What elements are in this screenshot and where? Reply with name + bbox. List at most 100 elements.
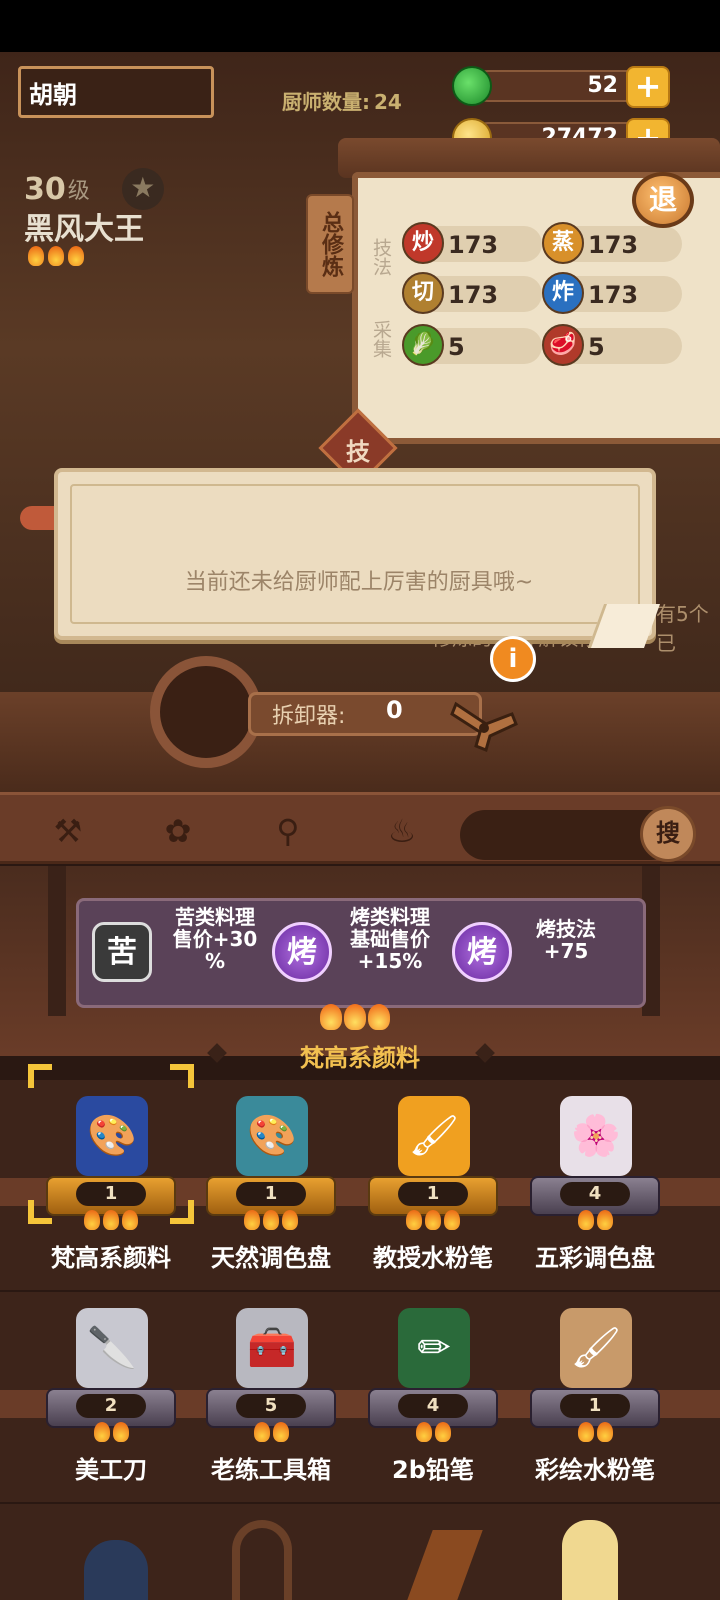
item-name: 五彩调色盘 — [535, 1244, 655, 1272]
meat-filter-icon[interactable]: ✿ — [156, 812, 200, 856]
item-count: 1 — [236, 1182, 306, 1206]
skill-cut: 切 173 — [402, 272, 542, 314]
item-card[interactable]: 🖌 1 彩绘水粉笔 — [520, 1308, 670, 1498]
chef-rarity — [28, 246, 84, 266]
category-gather: 采集 — [370, 320, 392, 358]
bonus-3-line-1: 烤技法 — [536, 917, 596, 941]
flame-icon — [577, 1422, 594, 1442]
flame-icon — [112, 1422, 129, 1442]
player-name: 胡朝 — [29, 80, 77, 109]
bonus-text-2: 烤类料理 基础售价 +15% — [330, 906, 450, 972]
flame-icon — [596, 1422, 613, 1442]
item-count: 4 — [398, 1394, 468, 1418]
skill-value: 173 — [448, 231, 499, 259]
flame-icon — [444, 1210, 460, 1230]
flame-icon — [282, 1210, 298, 1230]
bonus-2-line-2: 基础售价 — [350, 927, 430, 951]
bonus-text-3: 烤技法 +75 — [516, 918, 616, 962]
item-name: 教授水粉笔 — [373, 1244, 493, 1272]
gather-vegetable: 🥬 5 — [402, 324, 542, 366]
item-name: 2b铅笔 — [392, 1456, 474, 1484]
add-jade-button[interactable]: + — [626, 66, 670, 108]
pan-icon[interactable]: ⚲ — [266, 812, 310, 856]
flame-icon — [434, 1422, 451, 1442]
notice-dialog: 当前还未给厨师配上厉害的厨具哦~ — [54, 468, 656, 640]
dismantler-label: 拆卸器: — [272, 704, 346, 729]
flame-icon — [425, 1210, 441, 1230]
jade-icon — [452, 66, 492, 106]
banner-post — [48, 866, 66, 1016]
item-count: 1 — [560, 1394, 630, 1418]
exit-button[interactable]: 退 — [632, 172, 694, 228]
total-training-label: 总修炼 — [306, 194, 354, 294]
background-hint-1: 有5个已 — [656, 602, 709, 655]
brush-gourd-icon: 🖌 — [398, 1096, 470, 1176]
flame-icon — [596, 1210, 613, 1230]
item-name: 美工刀 — [75, 1456, 147, 1484]
category-skill: 技法 — [370, 238, 392, 276]
item-card[interactable]: ✏ 4 2b铅笔 — [358, 1308, 508, 1498]
flame-icon — [577, 1210, 594, 1230]
selected-item-name: 梵高系颜料 — [300, 1044, 420, 1072]
roast-icon: 烤 — [272, 922, 332, 982]
info-button[interactable]: i — [490, 636, 536, 682]
skill-tab-label[interactable]: 技 — [330, 432, 386, 467]
item-name: 梵高系颜料 — [51, 1244, 171, 1272]
paintbrush-icon: 🖌 — [560, 1308, 632, 1388]
cut-icon: 切 — [402, 272, 444, 314]
flame-icon — [263, 1210, 279, 1230]
flame-icon — [68, 246, 84, 266]
bonus-1-line-3: % — [204, 949, 226, 973]
item-rarity — [520, 1422, 670, 1442]
pliers-icon[interactable] — [446, 684, 522, 754]
item-name: 彩绘水粉笔 — [535, 1456, 655, 1484]
flame-icon — [84, 1210, 100, 1230]
palette-icon: 🎨 — [236, 1096, 308, 1176]
skill-value: 173 — [588, 231, 639, 259]
selection-corner — [28, 1064, 52, 1088]
item-icon[interactable] — [232, 1520, 292, 1600]
skill-fry: 炸 173 — [542, 272, 682, 314]
jade-bar — [472, 70, 652, 102]
skill-value: 173 — [448, 281, 499, 309]
search-button[interactable]: 搜 — [640, 806, 696, 862]
item-card[interactable]: 🖌 1 教授水粉笔 — [358, 1096, 508, 1286]
item-rarity — [520, 1210, 670, 1230]
chef-count-value: 24 — [374, 90, 402, 114]
stir-fry-icon: 炒 — [402, 222, 444, 264]
player-name-box[interactable]: 胡朝 — [18, 66, 214, 118]
chef-count: 厨师数量: 24 — [282, 86, 402, 115]
item-count: 5 — [236, 1394, 306, 1418]
item-count: 4 — [560, 1182, 630, 1206]
pencil-icon: ✏ — [398, 1308, 470, 1388]
fire-icon[interactable]: ♨ — [380, 812, 424, 856]
item-card[interactable]: 🎨 1 梵高系颜料 — [36, 1096, 186, 1286]
bitter-icon: 苦 — [92, 922, 152, 982]
equipment-slot[interactable] — [150, 656, 262, 768]
bonus-text-1: 苦类料理 售价+30 % — [150, 906, 280, 972]
item-rarity — [196, 1422, 346, 1442]
item-count: 2 — [76, 1394, 146, 1418]
paint-tube-icon: 🎨 — [76, 1096, 148, 1176]
level-unit: 级 — [67, 179, 90, 204]
gather-value: 5 — [448, 333, 465, 361]
roast-icon: 烤 — [452, 922, 512, 982]
vegetable-icon: 🥬 — [402, 324, 444, 366]
selected-rarity — [320, 1004, 390, 1030]
item-card[interactable]: 🔪 2 美工刀 — [36, 1308, 186, 1498]
skill-stir-fry: 炒 173 — [402, 222, 542, 264]
chef-count-label: 厨师数量: — [282, 90, 370, 114]
item-rarity — [196, 1210, 346, 1230]
toolbox-icon: 🧰 — [236, 1308, 308, 1388]
shovel-icon[interactable]: ⚒ — [46, 812, 90, 856]
flame-icon — [122, 1210, 138, 1230]
item-card[interactable]: 🧰 5 老练工具箱 — [196, 1308, 346, 1498]
skill-steam: 蒸 173 — [542, 222, 682, 264]
item-icon[interactable] — [562, 1520, 618, 1600]
item-card[interactable]: 🌸 4 五彩调色盘 — [520, 1096, 670, 1286]
bonus-1-line-1: 苦类料理 — [175, 905, 255, 929]
utility-knife-icon: 🔪 — [76, 1308, 148, 1388]
item-card[interactable]: 🎨 1 天然调色盘 — [196, 1096, 346, 1286]
item-rarity — [36, 1210, 186, 1230]
item-icon[interactable] — [84, 1540, 148, 1600]
